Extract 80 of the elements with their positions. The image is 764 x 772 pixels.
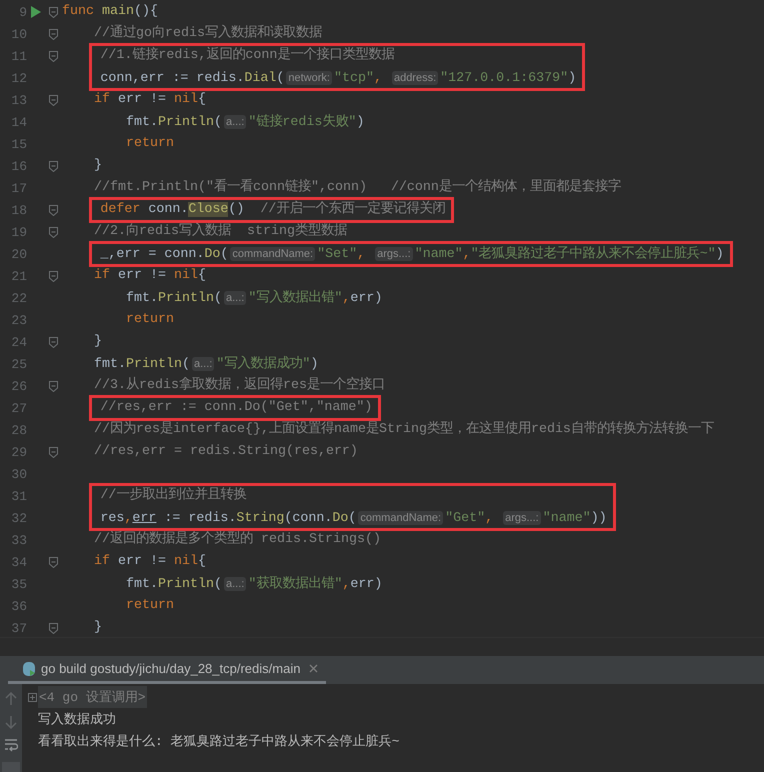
code-line: fmt.Println( a...: "链接redis失败") bbox=[124, 112, 364, 132]
code-line: //因为res是interface{},上面设置得name是String类型，在这里使用redis自带的转换方法转换一下 bbox=[92, 420, 714, 439]
code-line: conn,err := redis.Dial( network: "tcp", address: "127.0.0.1:6379") bbox=[100, 70, 576, 88]
line-number: 9 bbox=[18, 4, 27, 20]
line-number: 34 bbox=[10, 554, 27, 570]
line-number: 36 bbox=[10, 598, 27, 614]
code-line: res,err := redis.String(conn.Do( commandName: "Get", args...: "name")) bbox=[100, 510, 607, 528]
line-number: 12 bbox=[10, 70, 27, 86]
code-line: //fmt.Println("看一看conn链接",conn) //conn是一个结构体，里面都是套接字 bbox=[92, 178, 621, 197]
code-line: //3.从redis拿取数据，返回得res是一个空接口 bbox=[92, 376, 385, 395]
fold-icon[interactable] bbox=[49, 50, 58, 62]
line-number: 24 bbox=[10, 334, 27, 350]
close-icon[interactable] bbox=[309, 664, 318, 673]
line-number: 11 bbox=[10, 48, 27, 64]
code-line: _,err = conn.Do( commandName: "Set", args...: "name","老狐臭路过老子中路从来不会停止脏兵~") bbox=[100, 244, 724, 264]
up-arrow-icon[interactable] bbox=[5, 692, 17, 706]
fold-icon[interactable] bbox=[49, 336, 58, 348]
line-number: 28 bbox=[10, 422, 27, 438]
line-number: 33 bbox=[10, 532, 27, 548]
code-line: return bbox=[124, 597, 174, 615]
console-output: 看看取出来得是什么: 老狐臭路过老子中路从来不会停止脏兵~ bbox=[38, 733, 400, 750]
line-number: 19 bbox=[10, 224, 27, 240]
code-line: //一步取出到位并且转换 bbox=[100, 486, 246, 505]
line-number: 37 bbox=[10, 620, 27, 636]
fold-icon[interactable] bbox=[49, 94, 58, 106]
fold-icon[interactable] bbox=[49, 6, 58, 18]
line-number: 13 bbox=[10, 92, 27, 108]
code-line: //res,err = redis.String(res,err) bbox=[92, 443, 358, 461]
code-line: fmt.Println( a...: "写入数据出错",err) bbox=[124, 288, 382, 308]
code-line: return bbox=[124, 135, 174, 153]
run-icon[interactable] bbox=[31, 6, 41, 18]
folded-output[interactable]: <4 go 设置调用> bbox=[38, 686, 147, 708]
fold-icon[interactable] bbox=[49, 204, 58, 216]
code-line: } bbox=[92, 157, 102, 175]
line-number: 23 bbox=[10, 312, 27, 328]
code-line: } bbox=[92, 619, 102, 637]
code-line: if err != nil{ bbox=[92, 553, 206, 571]
line-number: 15 bbox=[10, 136, 27, 152]
line-number: 26 bbox=[10, 378, 27, 394]
line-number: 35 bbox=[10, 576, 27, 592]
soft-wrap-icon[interactable] bbox=[4, 738, 18, 752]
code-line: //2.向redis写入数据 string类型数据 bbox=[92, 222, 347, 241]
line-number: 31 bbox=[10, 488, 27, 504]
console-output: 写入数据成功 bbox=[38, 711, 116, 728]
line-number: 18 bbox=[10, 202, 27, 218]
fold-icon[interactable] bbox=[49, 380, 58, 392]
fold-icon[interactable] bbox=[49, 270, 58, 282]
line-number: 29 bbox=[10, 444, 27, 460]
down-arrow-icon[interactable] bbox=[5, 715, 17, 729]
line-number: 16 bbox=[10, 158, 27, 174]
fold-icon[interactable] bbox=[49, 28, 58, 40]
expand-icon[interactable] bbox=[28, 692, 37, 702]
fold-icon[interactable] bbox=[49, 446, 58, 458]
line-number: 14 bbox=[10, 114, 27, 130]
line-number: 21 bbox=[10, 268, 27, 284]
line-number: 25 bbox=[10, 356, 27, 372]
code-line: //1.链接redis,返回的conn是一个接口类型数据 bbox=[100, 46, 394, 65]
code-line: if err != nil{ bbox=[92, 267, 206, 285]
code-line: //返回的数据是多个类型的 redis.Strings() bbox=[92, 530, 381, 549]
line-number: 32 bbox=[10, 510, 27, 526]
fold-icon[interactable] bbox=[49, 160, 58, 172]
line-number: 22 bbox=[10, 290, 27, 306]
line-number: 10 bbox=[10, 26, 27, 42]
fold-icon[interactable] bbox=[49, 622, 58, 634]
fold-icon[interactable] bbox=[49, 556, 58, 568]
code-line: fmt.Println( a...: "写入数据成功") bbox=[92, 354, 318, 374]
code-line: if err != nil{ bbox=[92, 91, 206, 109]
code-line: return bbox=[124, 311, 174, 329]
code-line: defer conn.Close() //开启一个东西一定要记得关闭 bbox=[100, 200, 446, 219]
app-icon bbox=[22, 660, 36, 676]
code-line: //res,err := conn.Do("Get","name") bbox=[100, 399, 372, 417]
line-number: 30 bbox=[10, 466, 27, 482]
code-line: //通过go向redis写入数据和读取数据 bbox=[92, 24, 322, 43]
line-number: 27 bbox=[10, 400, 27, 416]
line-number: 17 bbox=[10, 180, 27, 196]
code-line: } bbox=[92, 333, 102, 351]
code-line: func main(){ bbox=[62, 3, 158, 21]
line-number: 20 bbox=[10, 246, 27, 262]
fold-icon[interactable] bbox=[49, 226, 58, 238]
code-line: fmt.Println( a...: "获取数据出错",err) bbox=[124, 574, 382, 594]
